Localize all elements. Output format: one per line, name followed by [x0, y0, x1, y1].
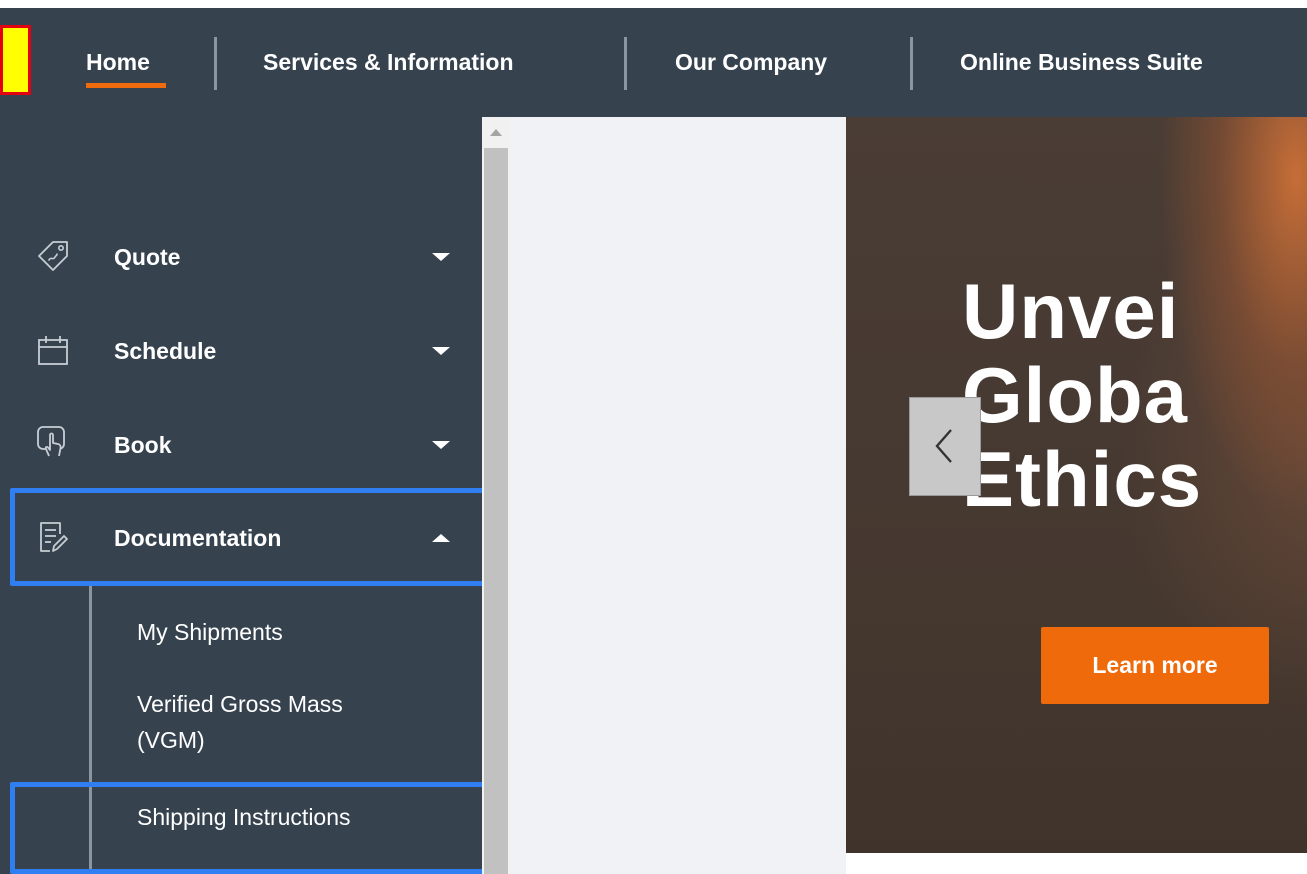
- sidebar-item-schedule[interactable]: Schedule: [0, 321, 482, 381]
- submenu-item-my-shipments[interactable]: My Shipments: [137, 614, 283, 650]
- sidebar-item-book[interactable]: Book: [0, 415, 482, 475]
- chevron-down-icon: [432, 347, 450, 355]
- top-navigation: Home Services & Information Our Company …: [0, 8, 1307, 117]
- carousel-prev-button[interactable]: [909, 397, 981, 496]
- nav-our-company[interactable]: Our Company: [675, 48, 827, 76]
- touch-tap-icon: [37, 426, 65, 457]
- calendar-icon: [38, 336, 68, 365]
- chevron-left-icon: [935, 429, 952, 463]
- sidebar-item-label: Quote: [114, 244, 181, 270]
- submenu-item-verified-gross-mass[interactable]: Verified Gross Mass (VGM): [137, 686, 343, 758]
- highlight-marker: [0, 25, 31, 95]
- highlight-box-documentation: [10, 488, 497, 586]
- content-area: [510, 117, 846, 874]
- scroll-up-arrow-icon[interactable]: [490, 129, 502, 136]
- nav-separator: [214, 37, 217, 90]
- sidebar-item-quote[interactable]: Quote: [0, 227, 482, 287]
- submenu-item-label-line2: (VGM): [137, 727, 205, 753]
- scrollbar-thumb[interactable]: [484, 148, 508, 874]
- highlight-box-shipping-instructions: [10, 782, 497, 874]
- price-tag-icon: [38, 241, 68, 271]
- chevron-down-icon: [432, 441, 450, 449]
- sidebar-item-label: Schedule: [114, 338, 217, 364]
- nav-home-active-indicator: [86, 83, 166, 88]
- learn-more-button[interactable]: Learn more: [1041, 627, 1269, 704]
- nav-separator: [910, 37, 913, 90]
- nav-home[interactable]: Home: [86, 48, 150, 76]
- nav-services-information[interactable]: Services & Information: [263, 48, 514, 76]
- hero-title-line: Unvei: [962, 267, 1180, 355]
- hero-title: Unvei Globa Ethics: [962, 269, 1202, 521]
- sidebar-item-label: Book: [114, 432, 172, 458]
- hero-title-line: Ethics: [962, 435, 1203, 523]
- hero-title-line: Globa: [962, 351, 1189, 439]
- chevron-down-icon: [432, 253, 450, 261]
- submenu-item-label: Verified Gross Mass: [137, 691, 343, 717]
- nav-online-business-suite[interactable]: Online Business Suite: [960, 48, 1203, 76]
- sidebar-scrollbar[interactable]: [482, 117, 510, 874]
- nav-separator: [624, 37, 627, 90]
